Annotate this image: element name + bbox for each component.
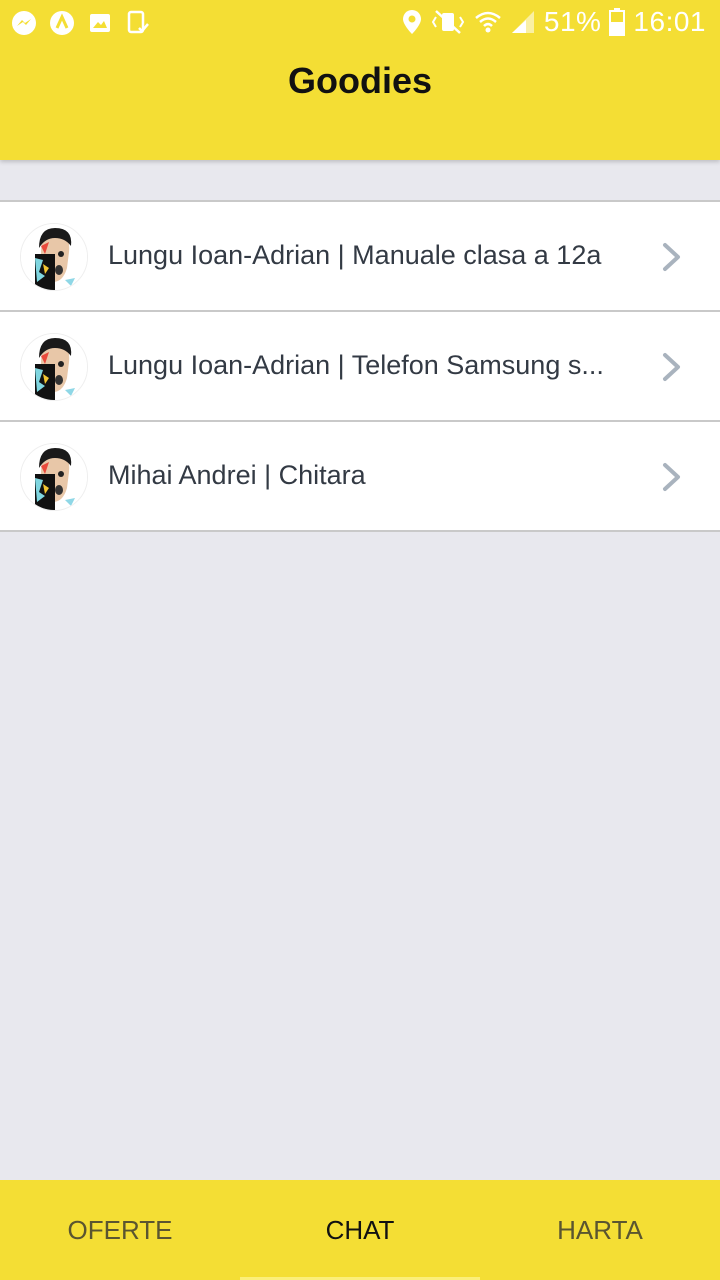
chat-item[interactable]: Lungu Ioan-Adrian | Manuale clasa a 12a bbox=[0, 202, 720, 312]
battery-icon bbox=[609, 8, 626, 36]
user-avatar bbox=[20, 223, 88, 291]
clock: 16:01 bbox=[633, 6, 706, 37]
tab-label: CHAT bbox=[325, 1214, 395, 1245]
user-avatar bbox=[20, 443, 88, 511]
bottom-navigation: OFERTE CHAT HARTA bbox=[0, 1180, 720, 1280]
tab-chat[interactable]: CHAT bbox=[240, 1180, 480, 1280]
wifi-icon bbox=[474, 9, 502, 35]
page-title: Goodies bbox=[287, 60, 433, 101]
chevron-right-icon bbox=[663, 463, 680, 491]
download-complete-icon bbox=[124, 9, 152, 37]
app-notification-icon bbox=[48, 9, 76, 37]
tab-label: HARTA bbox=[557, 1214, 643, 1245]
signal-icon bbox=[510, 9, 536, 35]
messenger-icon bbox=[10, 9, 38, 37]
chat-title: Mihai Andrei | Chitara bbox=[108, 460, 366, 490]
user-avatar bbox=[20, 333, 88, 401]
chat-item[interactable]: Mihai Andrei | Chitara bbox=[0, 422, 720, 532]
tab-label: OFERTE bbox=[67, 1214, 173, 1245]
chat-list: Lungu Ioan-Adrian | Manuale clasa a 12a … bbox=[0, 200, 720, 532]
chat-title: Lungu Ioan-Adrian | Telefon Samsung s... bbox=[108, 350, 604, 380]
chevron-right-icon bbox=[663, 243, 680, 271]
status-bar: 51% 16:01 bbox=[0, 0, 720, 48]
chat-title: Lungu Ioan-Adrian | Manuale clasa a 12a bbox=[108, 240, 602, 270]
chat-item[interactable]: Lungu Ioan-Adrian | Telefon Samsung s... bbox=[0, 312, 720, 422]
tab-oferte[interactable]: OFERTE bbox=[0, 1180, 240, 1280]
chevron-right-icon bbox=[663, 353, 680, 381]
vibrate-mute-icon bbox=[430, 9, 466, 35]
app-header: 51% 16:01 Goodies bbox=[0, 0, 720, 160]
tab-harta[interactable]: HARTA bbox=[480, 1180, 720, 1280]
battery-percentage: 51% bbox=[543, 6, 602, 37]
location-icon bbox=[402, 9, 422, 35]
gallery-icon bbox=[86, 9, 114, 37]
